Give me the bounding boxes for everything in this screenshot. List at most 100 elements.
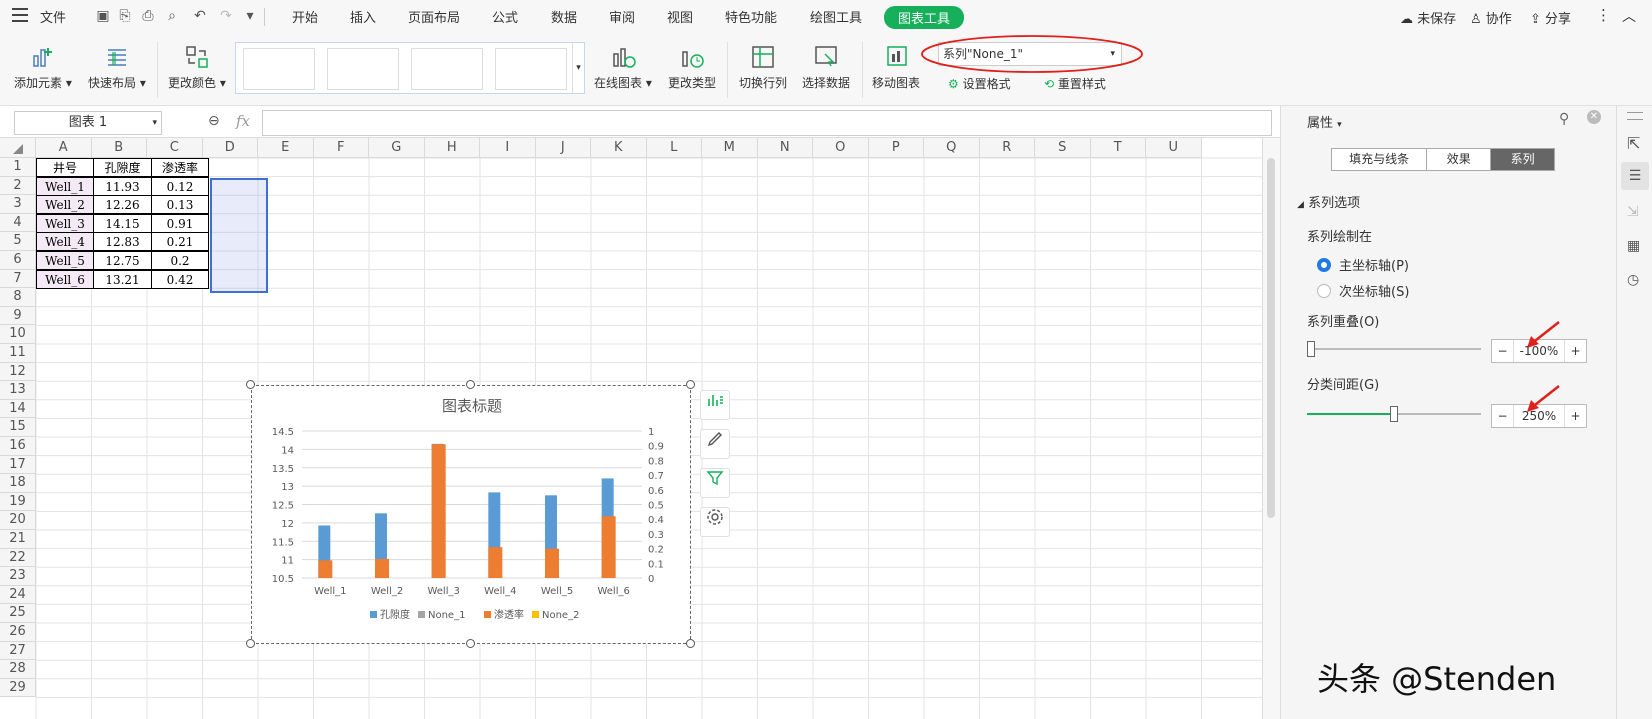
select-data-button[interactable]: 选择数据 — [802, 44, 850, 91]
row-header[interactable]: 16 — [0, 437, 36, 456]
row-header[interactable]: 19 — [0, 492, 36, 512]
row-header[interactable]: 2 — [0, 176, 36, 196]
table-header-cell[interactable]: 渗透率 — [151, 158, 209, 177]
file-menu[interactable]: 文件 — [40, 7, 66, 26]
column-header-r[interactable]: R — [979, 138, 1035, 158]
tab-drawing-tools[interactable]: 绘图工具 — [810, 7, 862, 26]
print-icon[interactable]: ⎙ — [140, 8, 156, 24]
change-color-button[interactable]: 更改颜色 ▾ — [168, 44, 226, 91]
table-cell[interactable]: Well_6 — [36, 269, 94, 289]
collab-button[interactable]: ♙ 协作 — [1470, 8, 1512, 27]
redo-icon[interactable]: ↷ — [218, 8, 234, 24]
row-header[interactable]: 17 — [0, 455, 36, 475]
resize-handle[interactable] — [466, 380, 475, 389]
row-header[interactable]: 3 — [0, 195, 36, 214]
unsaved-status[interactable]: ☁ 未保存 — [1400, 8, 1456, 27]
row-header[interactable]: 14 — [0, 399, 36, 419]
select-all-corner[interactable] — [0, 138, 36, 158]
column-header-f[interactable]: F — [313, 138, 369, 158]
hamburger-icon[interactable] — [12, 8, 28, 22]
plus-icon[interactable]: + — [1564, 340, 1586, 362]
row-header[interactable]: 23 — [0, 567, 36, 586]
table-cell[interactable]: Well_2 — [36, 195, 94, 215]
table-header-cell[interactable]: 孔隙度 — [93, 158, 152, 177]
row-header[interactable]: 29 — [0, 678, 36, 698]
row-header[interactable]: 10 — [0, 325, 36, 344]
column-header-q[interactable]: Q — [924, 138, 980, 158]
resize-handle[interactable] — [466, 639, 475, 648]
zoom-icon[interactable]: ⊖ — [208, 113, 220, 129]
table-cell[interactable]: Well_4 — [36, 232, 94, 252]
share-button[interactable]: ⇪ 分享 — [1530, 8, 1571, 27]
table-cell[interactable]: 12.83 — [93, 232, 152, 252]
row-header[interactable]: 1 — [0, 158, 36, 177]
drag-handle-icon[interactable] — [1627, 112, 1643, 120]
more-quick-icon[interactable]: ▾ — [242, 8, 258, 24]
table-cell[interactable]: 0.2 — [151, 251, 209, 270]
style-thumb-3[interactable] — [411, 48, 483, 90]
column-header-o[interactable]: O — [813, 138, 869, 158]
row-header[interactable]: 8 — [0, 288, 36, 307]
history-icon[interactable]: ◷ — [1627, 272, 1639, 288]
undo-icon[interactable]: ↶ — [192, 8, 208, 24]
row-header[interactable]: 21 — [0, 530, 36, 549]
quick-layout-button[interactable]: 快速布局 ▾ — [88, 44, 146, 91]
chart-filter-icon[interactable] — [700, 468, 730, 498]
resize-handle[interactable] — [686, 639, 695, 648]
chart-object[interactable]: 图表标题 14.5 14 13.5 13 12.5 12 11.5 11 10.5 1 0.9 0.8 0… — [251, 385, 691, 644]
row-header[interactable]: 24 — [0, 585, 36, 605]
table-cell[interactable]: 0.13 — [151, 195, 209, 215]
preview-icon[interactable]: ⌕ — [164, 8, 180, 24]
table-cell[interactable]: Well_1 — [36, 176, 94, 196]
row-header[interactable]: 11 — [0, 344, 36, 363]
chart-style-gallery[interactable]: ▾ — [235, 42, 585, 94]
formula-input[interactable] — [262, 110, 1272, 136]
gap-slider-thumb[interactable] — [1390, 406, 1398, 422]
column-header-b[interactable]: B — [91, 138, 147, 158]
style-thumb-2[interactable] — [327, 48, 399, 90]
tab-view[interactable]: 视图 — [667, 7, 693, 26]
row-header[interactable]: 25 — [0, 604, 36, 623]
secondary-axis-radio[interactable]: 次坐标轴(S) — [1317, 281, 1409, 300]
column-header-d[interactable]: D — [202, 138, 258, 158]
column-header-a[interactable]: A — [36, 138, 92, 158]
row-header[interactable]: 4 — [0, 213, 36, 233]
panel-title[interactable]: 属性 ▾ — [1307, 112, 1342, 131]
row-header[interactable]: 27 — [0, 641, 36, 661]
add-element-button[interactable]: 添加元素 ▾ — [14, 44, 72, 91]
tab-chart-tools[interactable]: 图表工具 — [884, 6, 965, 29]
column-header-j[interactable]: J — [535, 138, 591, 158]
chart-settings-icon[interactable] — [700, 507, 730, 537]
table-cell[interactable]: Well_3 — [36, 213, 94, 233]
move-chart-button[interactable]: 移动图表 — [872, 44, 920, 91]
row-header[interactable]: 13 — [0, 381, 36, 400]
row-header[interactable]: 18 — [0, 474, 36, 493]
resize-handle[interactable] — [246, 380, 255, 389]
row-header[interactable]: 26 — [0, 623, 36, 642]
column-header-t[interactable]: T — [1090, 138, 1146, 158]
collapse-icon[interactable]: ︿ — [1622, 6, 1636, 26]
fx-icon[interactable]: fx — [236, 112, 250, 130]
column-header-e[interactable]: E — [258, 138, 314, 158]
tab-effects[interactable]: 效果 — [1427, 149, 1492, 170]
resize-handle[interactable] — [686, 380, 695, 389]
tab-page-layout[interactable]: 页面布局 — [408, 7, 460, 26]
table-cell[interactable]: 0.21 — [151, 232, 209, 252]
column-header-k[interactable]: K — [591, 138, 647, 158]
table-cell[interactable]: 0.42 — [151, 269, 209, 289]
column-header-c[interactable]: C — [147, 138, 203, 158]
tab-features[interactable]: 特色功能 — [725, 7, 777, 26]
column-header-l[interactable]: L — [646, 138, 702, 158]
table-cell[interactable]: 12.26 — [93, 195, 152, 215]
gap-slider[interactable] — [1307, 406, 1481, 422]
gallery-more-icon[interactable]: ▾ — [572, 43, 584, 93]
minus-icon[interactable]: − — [1492, 340, 1514, 362]
set-format-button[interactable]: ⚙ 设置格式 — [948, 75, 1011, 92]
tab-insert[interactable]: 插入 — [350, 7, 376, 26]
selected-range[interactable] — [210, 178, 268, 293]
table-cell[interactable]: 13.21 — [93, 269, 152, 289]
column-header-u[interactable]: U — [1146, 138, 1202, 158]
overlap-slider-thumb[interactable] — [1307, 341, 1315, 357]
series-options-section[interactable]: ◢ 系列选项 — [1297, 192, 1360, 211]
tab-review[interactable]: 审阅 — [609, 7, 635, 26]
